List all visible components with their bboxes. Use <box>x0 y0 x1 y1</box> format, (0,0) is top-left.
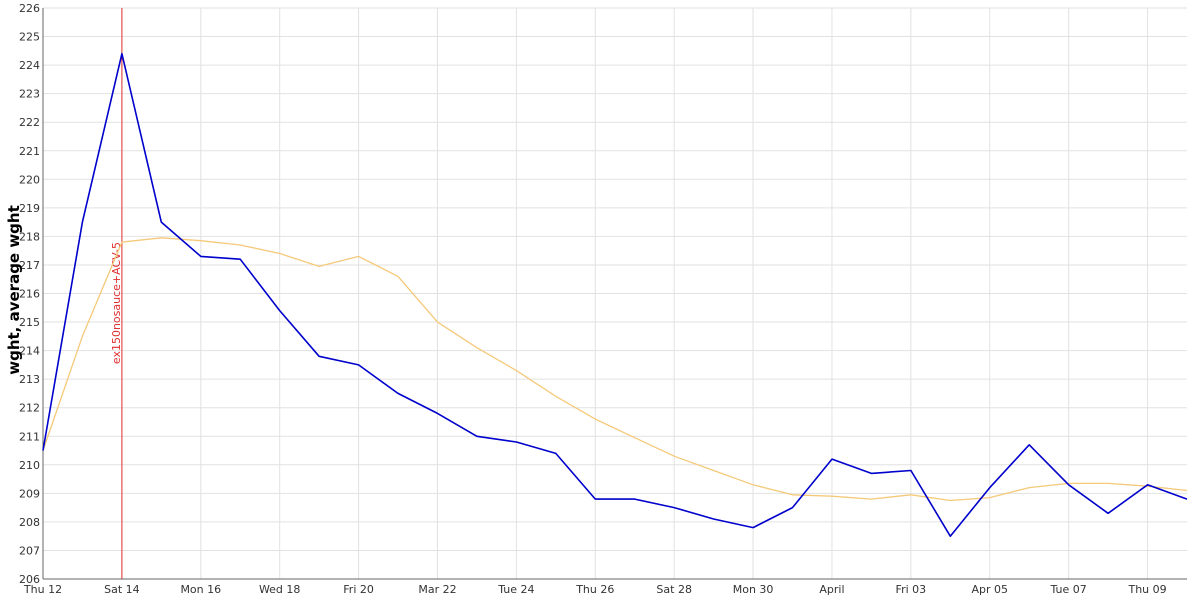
y-tick-label: 207 <box>19 544 40 557</box>
y-tick-label: 220 <box>19 173 40 186</box>
x-tick-label: Fri 03 <box>896 583 927 596</box>
series-line-average-wght <box>42 237 1188 502</box>
y-tick-label: 222 <box>19 116 40 129</box>
x-tick-label: Sat 14 <box>104 583 140 596</box>
x-tick-label: Sat 28 <box>656 583 692 596</box>
line-chart: 2062072082092102112122132142152162172182… <box>5 2 1188 596</box>
x-tick-labels: Thu 12 Sat 14 Mon 16 Wed 18 Fri 20 Mar 22 Tue … <box>23 583 1167 596</box>
x-tick-label: Mar 22 <box>418 583 456 596</box>
series-lines <box>42 52 1188 538</box>
x-tick-label: Apr 05 <box>971 583 1008 596</box>
x-tick-label: April <box>819 583 844 596</box>
x-tick-label: Tue 07 <box>1050 583 1087 596</box>
x-tick-label: Thu 09 <box>1127 583 1166 596</box>
x-tick-label: Thu 26 <box>575 583 614 596</box>
y-tick-label: 225 <box>19 31 40 44</box>
x-tick-label: Thu 12 <box>23 583 62 596</box>
y-tick-label: 208 <box>19 516 40 529</box>
y-tick-label: 212 <box>19 402 40 415</box>
x-tick-label: Mon 16 <box>180 583 221 596</box>
y-tick-label: 224 <box>19 59 40 72</box>
gridlines <box>42 7 1187 580</box>
x-tick-label: Wed 18 <box>259 583 300 596</box>
y-tick-label: 211 <box>19 430 40 443</box>
y-axis-label: wght, average wght <box>5 205 23 375</box>
x-tick-label: Mon 30 <box>733 583 774 596</box>
annotation-label: ex150nosauce+ACV-5 <box>110 242 123 364</box>
y-tick-label: 209 <box>19 487 40 500</box>
y-tick-label: 226 <box>19 2 40 15</box>
x-tick-label: Fri 20 <box>343 583 374 596</box>
y-tick-label: 223 <box>19 88 40 101</box>
y-tick-label: 210 <box>19 459 40 472</box>
x-tick-label: Tue 24 <box>497 583 534 596</box>
y-tick-label: 221 <box>19 145 40 158</box>
series-line-wght <box>42 52 1188 538</box>
